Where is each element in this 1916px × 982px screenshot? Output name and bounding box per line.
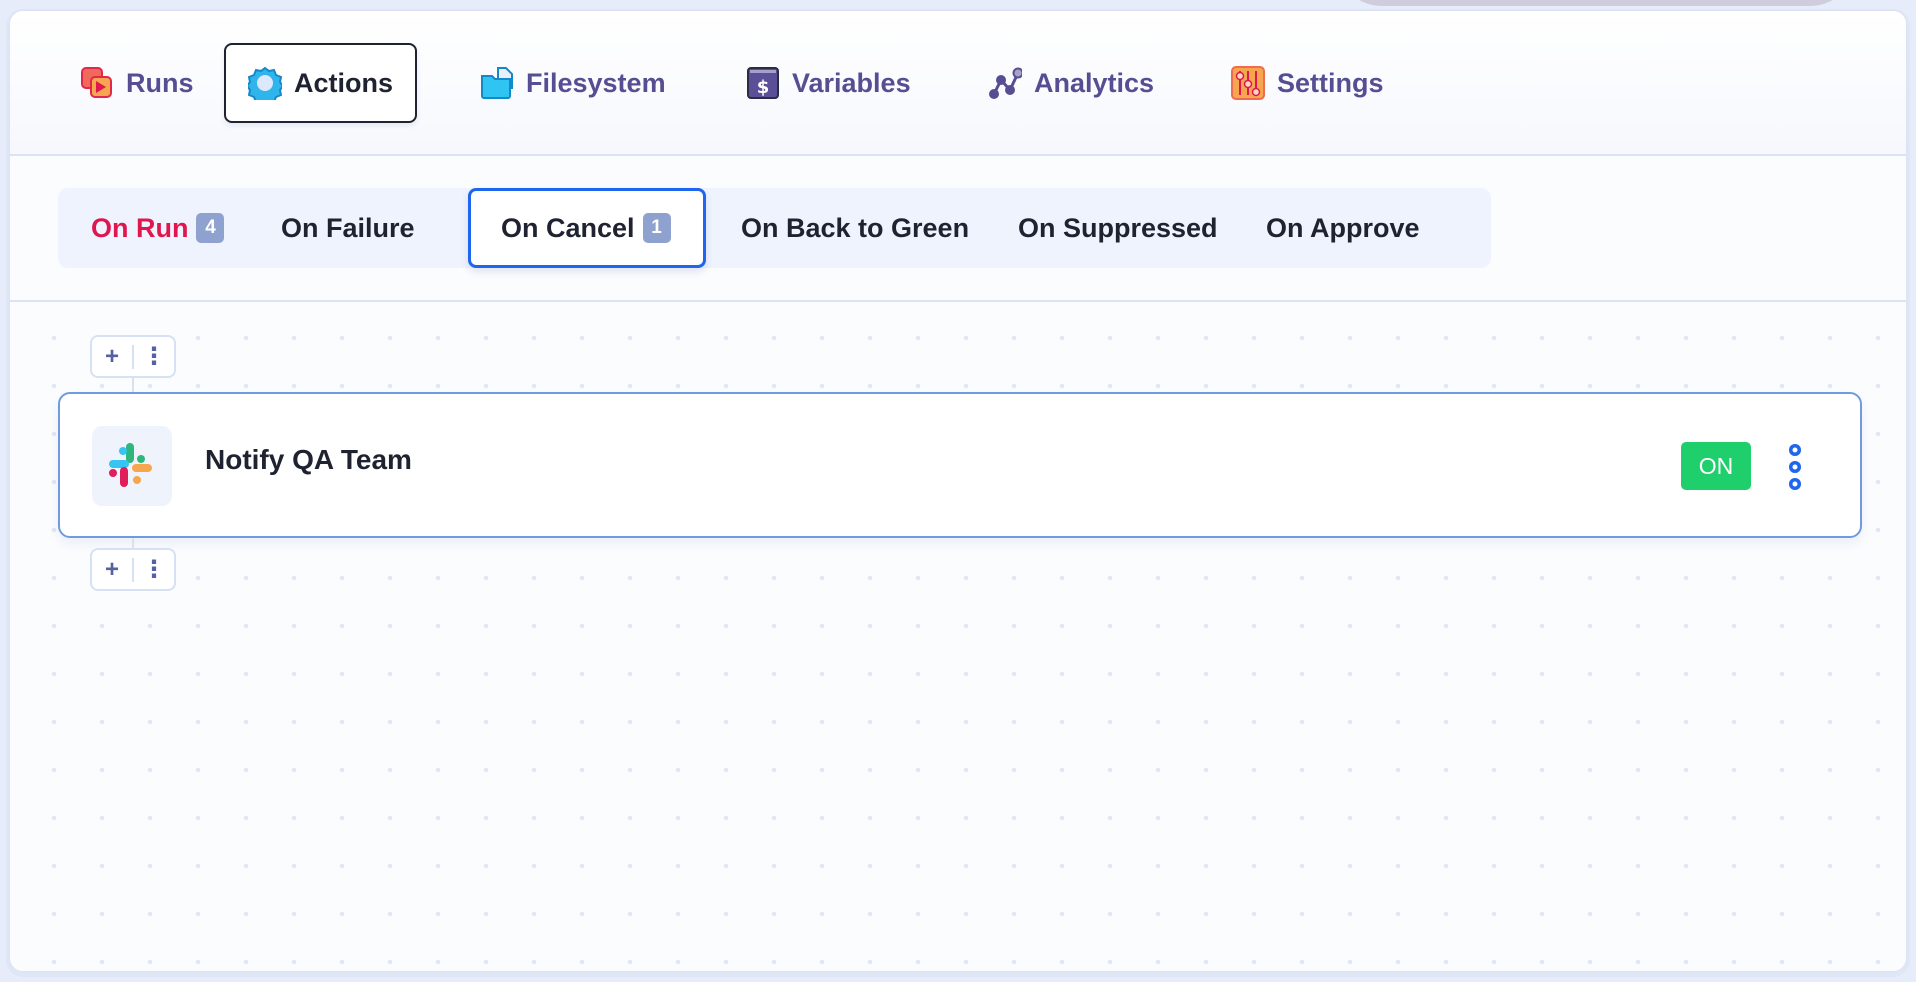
tab-on-cancel-label: On Cancel <box>501 212 635 243</box>
more-options-button[interactable]: ⋮ <box>134 550 174 589</box>
runs-icon <box>81 67 112 98</box>
background-decoration <box>1336 0 1856 6</box>
tab-variables-label: Variables <box>792 67 911 98</box>
connector-line <box>132 378 134 392</box>
insert-control-top: + ⋮ <box>90 335 176 378</box>
sliders-icon <box>1231 66 1265 100</box>
count-badge: 1 <box>642 213 671 243</box>
tab-on-run[interactable]: On Run 4 <box>58 188 257 268</box>
tab-on-approve-label: On Approve <box>1266 212 1420 243</box>
more-options-button[interactable]: ⋮ <box>134 337 174 376</box>
tab-runs[interactable]: Runs <box>56 43 218 123</box>
action-node[interactable]: Notify QA Team ON <box>58 392 1862 538</box>
tab-on-failure[interactable]: On Failure <box>248 188 448 268</box>
dollar-icon: $ <box>747 67 779 99</box>
action-title: Notify QA Team <box>205 444 412 475</box>
tab-filesystem-label: Filesystem <box>526 67 666 98</box>
tab-on-back-to-green-label: On Back to Green <box>741 212 970 243</box>
dot <box>1789 478 1801 490</box>
tab-variables[interactable]: $ Variables <box>722 43 935 123</box>
tab-on-failure-label: On Failure <box>281 212 415 243</box>
folder-icon <box>481 67 513 99</box>
trigger-tab-bar: On Run 4 On Failure On Cancel 1 On Back … <box>58 188 1491 268</box>
actions-panel: Runs Actions Filesystem $ Variables Anal… <box>9 10 1907 972</box>
tab-filesystem[interactable]: Filesystem <box>456 43 690 123</box>
svg-text:$: $ <box>757 77 770 98</box>
tab-runs-label: Runs <box>126 67 194 98</box>
tab-on-cancel[interactable]: On Cancel 1 <box>468 188 706 268</box>
gear-icon <box>248 66 282 100</box>
tab-analytics[interactable]: Analytics <box>964 43 1178 123</box>
main-tab-bar: Runs Actions Filesystem $ Variables Anal… <box>10 11 1906 156</box>
tab-actions[interactable]: Actions <box>224 43 418 123</box>
add-action-button[interactable]: + <box>92 550 132 589</box>
slack-icon <box>109 443 152 487</box>
tab-on-approve[interactable]: On Approve <box>1233 188 1453 268</box>
tab-on-suppressed[interactable]: On Suppressed <box>985 188 1251 268</box>
kebab-menu-icon[interactable] <box>1780 444 1810 490</box>
tab-on-suppressed-label: On Suppressed <box>1018 212 1218 243</box>
dot <box>1789 444 1801 456</box>
slack-icon-tile <box>92 426 172 506</box>
tab-analytics-label: Analytics <box>1034 67 1155 98</box>
count-badge: 4 <box>196 213 225 243</box>
dot <box>1789 461 1801 473</box>
add-action-button[interactable]: + <box>92 337 132 376</box>
tab-on-run-label: On Run <box>91 212 189 243</box>
status-toggle[interactable]: ON <box>1681 442 1751 490</box>
tab-settings-label: Settings <box>1277 67 1384 98</box>
tab-on-back-to-green[interactable]: On Back to Green <box>708 188 1002 268</box>
tab-actions-label: Actions <box>294 67 394 98</box>
tab-settings[interactable]: Settings <box>1207 43 1408 123</box>
analytics-icon <box>989 67 1022 99</box>
insert-control-bottom: + ⋮ <box>90 548 176 591</box>
